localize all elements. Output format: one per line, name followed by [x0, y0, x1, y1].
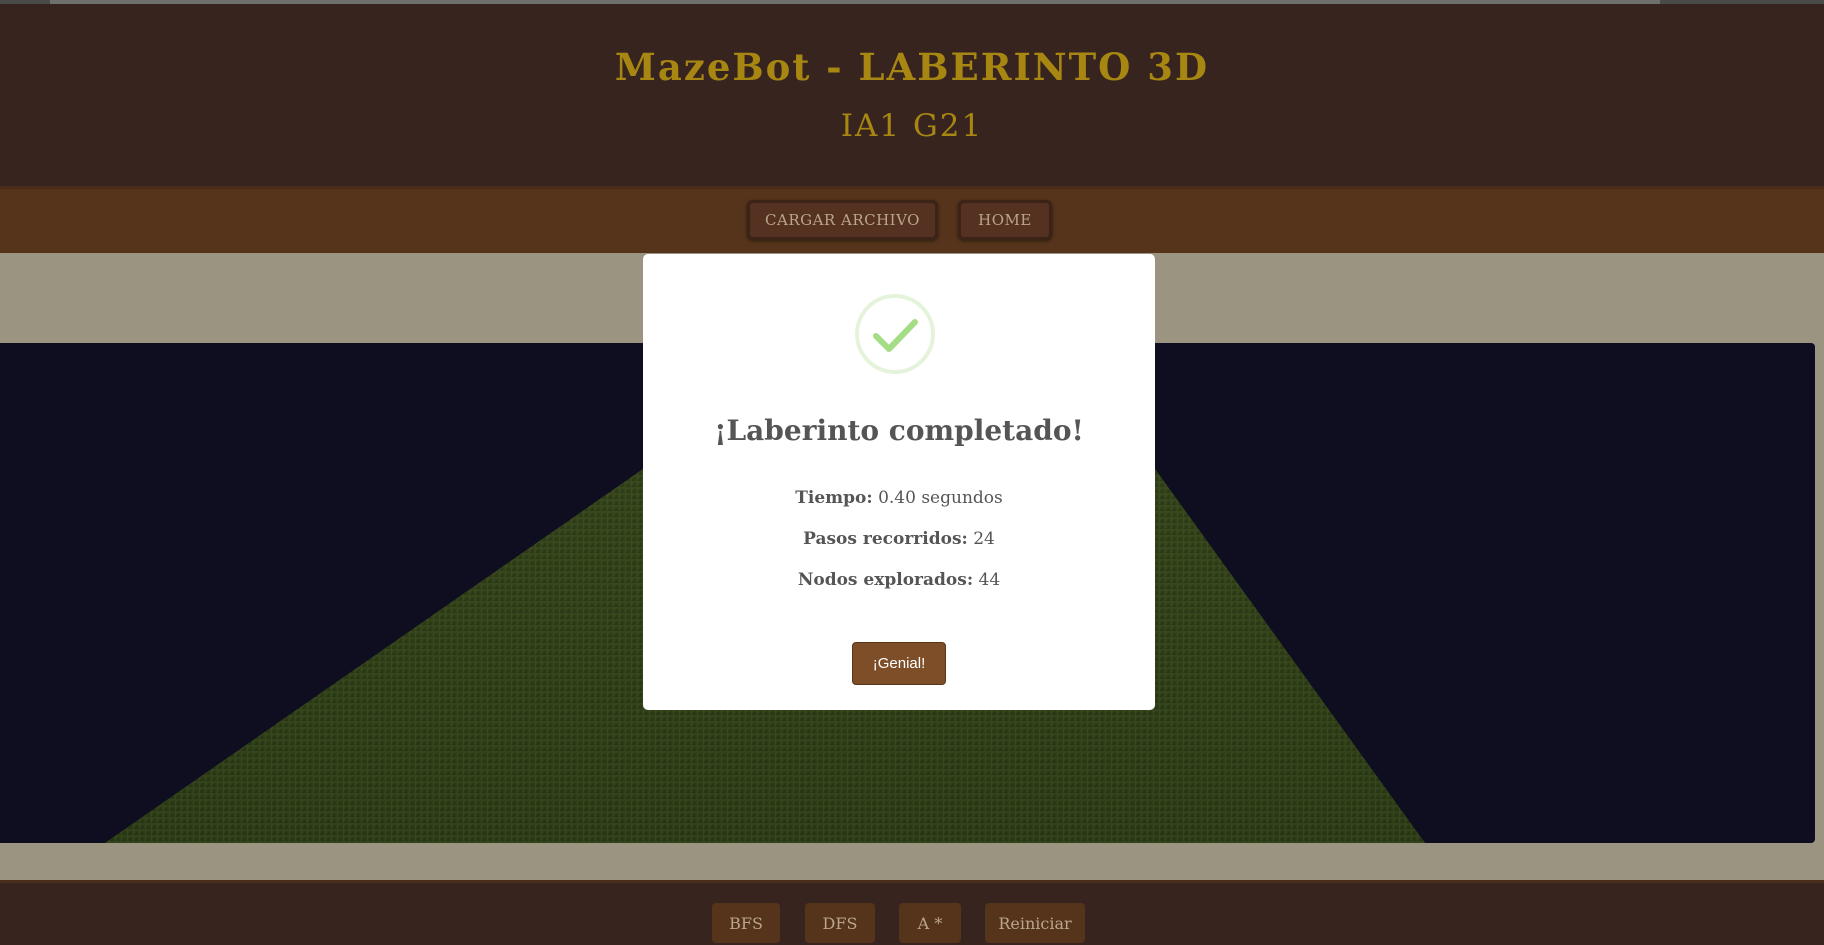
- modal-overlay: ¡Laberinto completado! Tiempo: 0.40 segu…: [0, 0, 1824, 942]
- time-stat: Tiempo: 0.40 segundos: [643, 488, 1155, 508]
- steps-stat: Pasos recorridos: 24: [643, 529, 1155, 549]
- dialog-title: ¡Laberinto completado!: [714, 414, 1084, 447]
- time-label: Tiempo:: [795, 488, 873, 508]
- nodes-value: 44: [978, 570, 1001, 590]
- confirm-button[interactable]: ¡Genial!: [852, 642, 946, 685]
- nodes-label: Nodos explorados:: [797, 570, 974, 590]
- nodes-stat: Nodos explorados: 44: [643, 570, 1155, 590]
- steps-label: Pasos recorridos:: [803, 529, 968, 549]
- success-dialog: ¡Laberinto completado! Tiempo: 0.40 segu…: [643, 254, 1155, 710]
- steps-value: 24: [973, 529, 995, 549]
- checkmark-icon: [855, 294, 935, 374]
- time-value: 0.40 segundos: [878, 488, 1003, 508]
